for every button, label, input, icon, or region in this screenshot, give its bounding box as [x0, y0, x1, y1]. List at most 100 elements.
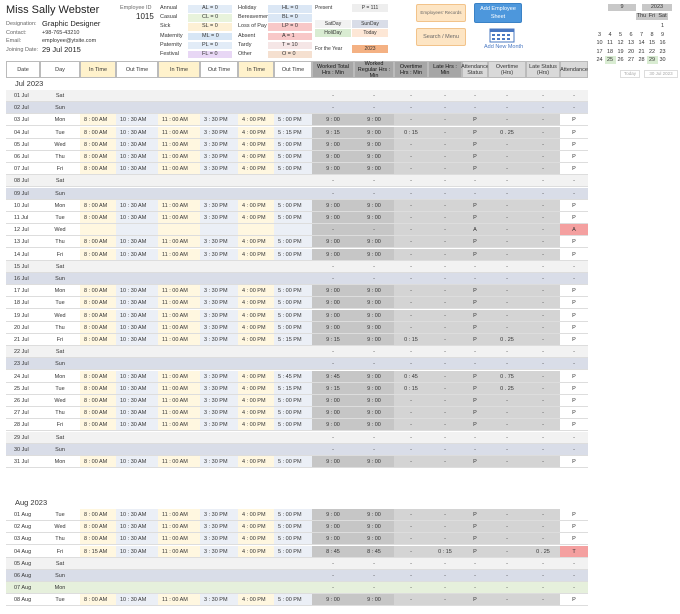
table-cell[interactable]: 8 : 00 AM — [80, 151, 116, 163]
table-cell[interactable] — [158, 358, 200, 371]
table-cell[interactable]: 8 : 00 AM — [80, 199, 116, 212]
table-cell[interactable]: 4 : 00 PM — [238, 382, 274, 395]
table-cell[interactable] — [116, 260, 158, 273]
table-cell[interactable] — [274, 175, 312, 188]
table-cell[interactable] — [274, 582, 312, 595]
table-cell[interactable]: 3 : 30 PM — [200, 334, 238, 346]
table-cell[interactable]: 4 : 00 PM — [238, 114, 274, 127]
table-cell[interactable] — [200, 102, 238, 115]
table-cell[interactable]: 5 : 00 PM — [274, 594, 312, 607]
table-cell[interactable]: 3 : 30 PM — [200, 151, 238, 163]
table-cell[interactable]: 11 : 00 AM — [158, 533, 200, 546]
table-cell[interactable]: 11 : 00 AM — [158, 212, 200, 224]
table-cell[interactable]: 10 : 30 AM — [116, 456, 158, 468]
table-cell[interactable] — [238, 273, 274, 285]
table-cell[interactable]: 4 : 00 PM — [238, 594, 274, 607]
table-cell[interactable] — [274, 431, 312, 444]
table-cell[interactable] — [158, 582, 200, 595]
calendar-day[interactable]: 10 — [594, 39, 605, 47]
table-cell[interactable] — [80, 346, 116, 359]
table-cell[interactable] — [116, 175, 158, 188]
table-cell[interactable]: 11 : 00 AM — [158, 594, 200, 607]
table-cell[interactable]: 11 : 00 AM — [158, 334, 200, 346]
table-row[interactable]: 07 Jul Fri 8 : 00 AM 10 : 30 AM 11 : 00 AM 3 … — [6, 163, 588, 176]
table-cell[interactable]: 8 : 00 AM — [80, 334, 116, 346]
calendar-day[interactable]: 5 — [615, 31, 626, 39]
table-cell[interactable] — [274, 102, 312, 115]
table-cell[interactable]: 5 : 00 PM — [274, 285, 312, 298]
table-cell[interactable] — [238, 187, 274, 200]
table-cell[interactable] — [80, 431, 116, 444]
table-cell[interactable]: 8 : 00 AM — [80, 456, 116, 468]
table-cell[interactable]: 5 : 00 PM — [274, 509, 312, 521]
table-cell[interactable]: 5 : 00 PM — [274, 456, 312, 468]
table-cell[interactable]: 5 : 00 PM — [274, 407, 312, 420]
table-cell[interactable]: 10 : 30 AM — [116, 199, 158, 212]
calendar-day[interactable]: 14 — [636, 39, 647, 47]
calendar-day[interactable]: 16 — [657, 39, 668, 47]
table-cell[interactable]: 5 : 00 PM — [274, 236, 312, 249]
table-row[interactable]: 01 Aug Tue 8 : 00 AM 10 : 30 AM 11 : 00 AM 3 … — [6, 509, 588, 521]
table-cell[interactable] — [116, 557, 158, 570]
table-cell[interactable]: 10 : 30 AM — [116, 236, 158, 249]
table-cell[interactable] — [116, 443, 158, 456]
table-cell[interactable]: 8 : 00 AM — [80, 594, 116, 607]
table-cell[interactable]: 5 : 00 PM — [274, 114, 312, 127]
table-cell[interactable]: 4 : 00 PM — [238, 533, 274, 546]
table-cell[interactable]: 10 : 30 AM — [116, 309, 158, 322]
table-cell[interactable]: 3 : 30 PM — [200, 533, 238, 546]
table-row[interactable]: 30 Jul Sun - - - - - - - - — [6, 443, 588, 456]
table-cell[interactable] — [200, 273, 238, 285]
table-cell[interactable] — [80, 358, 116, 371]
table-cell[interactable]: 11 : 00 AM — [158, 509, 200, 521]
table-cell[interactable]: 10 : 30 AM — [116, 370, 158, 383]
table-cell[interactable]: 3 : 30 PM — [200, 321, 238, 334]
table-cell[interactable]: 5 : 15 PM — [274, 334, 312, 346]
table-cell[interactable] — [274, 273, 312, 285]
table-cell[interactable]: 8 : 15 AM — [80, 545, 116, 558]
table-cell[interactable]: 3 : 30 PM — [200, 285, 238, 298]
add-employee-sheet-button[interactable]: Add Employee Sheet — [474, 3, 522, 23]
table-cell[interactable] — [116, 273, 158, 285]
table-cell[interactable]: 5 : 00 PM — [274, 163, 312, 176]
table-cell[interactable]: 11 : 00 AM — [158, 309, 200, 322]
table-row[interactable]: 05 Jul Wed 8 : 00 AM 10 : 30 AM 11 : 00 AM 3 … — [6, 138, 588, 151]
table-cell[interactable]: 4 : 00 PM — [238, 509, 274, 521]
table-cell[interactable]: 5 : 00 PM — [274, 309, 312, 322]
table-cell[interactable] — [158, 90, 200, 102]
table-cell[interactable] — [238, 570, 274, 582]
calendar-day[interactable]: 25 — [604, 56, 616, 65]
table-cell[interactable] — [238, 582, 274, 595]
table-cell[interactable]: 10 : 30 AM — [116, 334, 158, 346]
table-row[interactable]: 07 Aug Mon - - - - - - - - — [6, 582, 588, 595]
table-row[interactable]: 25 Jul Tue 8 : 00 AM 10 : 30 AM 11 : 00 AM 3 … — [6, 382, 588, 395]
table-cell[interactable]: 11 : 00 AM — [158, 395, 200, 407]
table-cell[interactable] — [80, 175, 116, 188]
table-cell[interactable]: 4 : 00 PM — [238, 309, 274, 322]
table-row[interactable]: 29 Jul Sat - - - - - - - - — [6, 431, 588, 444]
table-cell[interactable] — [80, 273, 116, 285]
table-cell[interactable] — [274, 187, 312, 200]
table-cell[interactable] — [238, 358, 274, 371]
calendar-day[interactable]: 18 — [605, 48, 616, 56]
table-row[interactable]: 01 Jul Sat - - - - - - - - — [6, 90, 588, 102]
table-cell[interactable]: 4 : 00 PM — [238, 199, 274, 212]
table-cell[interactable]: 5 : 00 PM — [274, 212, 312, 224]
table-cell[interactable] — [274, 443, 312, 456]
calendar-day[interactable]: 22 — [647, 48, 658, 56]
table-cell[interactable]: 10 : 30 AM — [116, 382, 158, 395]
table-cell[interactable] — [158, 443, 200, 456]
table-cell[interactable]: 8 : 00 AM — [80, 236, 116, 249]
search-menu-button[interactable]: Search / Menu — [416, 28, 466, 46]
table-cell[interactable] — [158, 570, 200, 582]
table-cell[interactable] — [80, 187, 116, 200]
calendar-day[interactable]: 13 — [626, 39, 637, 47]
table-cell[interactable]: 8 : 00 AM — [80, 509, 116, 521]
table-row[interactable]: 13 Jul Thu 8 : 00 AM 10 : 30 AM 11 : 00 AM 3 … — [6, 236, 588, 249]
table-cell[interactable] — [238, 102, 274, 115]
table-cell[interactable]: 5 : 00 PM — [274, 297, 312, 310]
table-row[interactable]: 08 Jul Sat - - - - - - - - — [6, 175, 588, 188]
table-cell[interactable]: 4 : 00 PM — [238, 138, 274, 151]
table-cell[interactable]: 10 : 30 AM — [116, 545, 158, 558]
table-cell[interactable]: 10 : 30 AM — [116, 126, 158, 139]
